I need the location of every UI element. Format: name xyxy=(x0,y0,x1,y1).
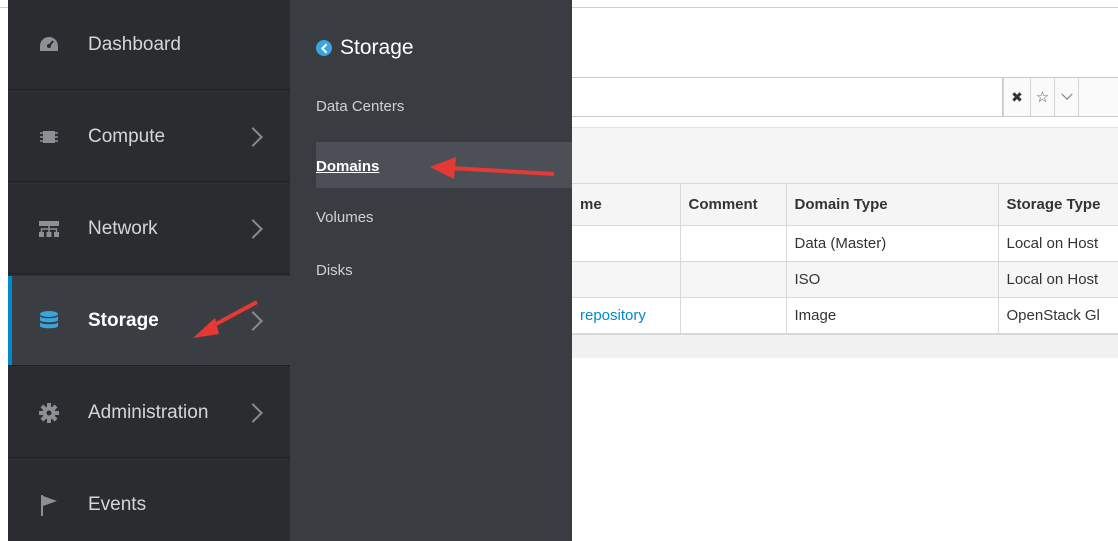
subnav-item-disks[interactable]: Disks xyxy=(316,262,353,279)
storage-icon xyxy=(38,310,60,332)
table-toolbar xyxy=(572,127,1118,183)
column-header-domain-type[interactable]: Domain Type xyxy=(785,183,999,226)
app-root: Dashboard Compute Network Storage Admini… xyxy=(0,0,1118,541)
nav-item-label: Network xyxy=(88,217,158,239)
nav-item-administration[interactable]: Administration xyxy=(8,368,290,458)
chevron-right-icon xyxy=(243,402,263,423)
table-cell: Data (Master) xyxy=(785,225,999,262)
nav-item-label: Storage xyxy=(88,309,159,331)
table-row[interactable]: Data (Master) Local on Host xyxy=(572,225,1118,262)
close-icon: ✖ xyxy=(1011,88,1023,105)
table-cell: Image xyxy=(785,297,999,334)
table-cell: ISO xyxy=(785,261,999,298)
star-icon: ☆ xyxy=(1035,89,1050,106)
domain-name-link[interactable]: repository xyxy=(572,297,681,334)
column-header-storage-type[interactable]: Storage Type xyxy=(997,183,1118,226)
annotation-arrow-domains xyxy=(430,157,555,179)
horizontal-scrollbar[interactable] xyxy=(572,334,1118,358)
flag-icon xyxy=(38,494,60,516)
table-header-row: me Comment Domain Type Storage Type xyxy=(572,183,1118,226)
nav-item-label: Dashboard xyxy=(88,33,181,55)
bookmark-dropdown-button[interactable] xyxy=(1055,78,1079,116)
search-input[interactable] xyxy=(572,77,1003,117)
column-header-comment[interactable]: Comment xyxy=(679,183,787,226)
subnav-item-volumes[interactable]: Volumes xyxy=(316,209,374,226)
dashboard-icon xyxy=(38,34,60,56)
compute-icon xyxy=(38,126,60,148)
subnav-item-domains[interactable]: Domains xyxy=(316,158,379,175)
bookmark-button[interactable]: ☆ xyxy=(1031,78,1055,116)
nav-item-events[interactable]: Events xyxy=(8,460,290,541)
subnav-header: Storage xyxy=(316,36,414,60)
table-cell xyxy=(679,225,787,262)
nav-item-label: Compute xyxy=(88,125,166,147)
search-toolbar: ✖ ☆ xyxy=(1003,77,1118,117)
table-cell: Local on Host xyxy=(997,225,1118,262)
primary-nav: Dashboard Compute Network Storage Admini… xyxy=(8,0,290,541)
table-cell xyxy=(572,225,681,262)
collapse-circle-icon[interactable] xyxy=(316,40,332,56)
chevron-right-icon xyxy=(243,218,263,239)
table-cell: OpenStack Gl xyxy=(997,297,1118,334)
nav-item-compute[interactable]: Compute xyxy=(8,92,290,182)
nav-item-label: Administration xyxy=(88,401,209,423)
subnav-title: Storage xyxy=(340,36,414,59)
network-icon xyxy=(38,218,60,240)
table-row[interactable]: repository Image OpenStack Gl xyxy=(572,297,1118,334)
annotation-arrow-storage xyxy=(193,300,258,338)
secondary-nav: Storage Data Centers Domains Volumes Dis… xyxy=(290,0,586,541)
nav-item-dashboard[interactable]: Dashboard xyxy=(8,0,290,90)
subnav-item-data-centers[interactable]: Data Centers xyxy=(316,98,404,115)
table-cell xyxy=(572,261,681,298)
table-cell: Local on Host xyxy=(997,261,1118,298)
domains-table: me Comment Domain Type Storage Type Data… xyxy=(572,183,1118,334)
table-row[interactable]: ISO Local on Host xyxy=(572,261,1118,298)
chevron-right-icon xyxy=(243,126,263,147)
nav-item-network[interactable]: Network xyxy=(8,184,290,274)
column-header-name[interactable]: me xyxy=(572,183,681,226)
chevron-down-icon xyxy=(1060,88,1073,100)
table-cell xyxy=(679,297,787,334)
main-content: ✖ ☆ me Comment Domain Type Storage Type … xyxy=(572,9,1118,541)
table-cell xyxy=(679,261,787,298)
nav-item-label: Events xyxy=(88,494,147,515)
clear-search-button[interactable]: ✖ xyxy=(1003,78,1031,116)
gear-icon xyxy=(38,402,60,424)
